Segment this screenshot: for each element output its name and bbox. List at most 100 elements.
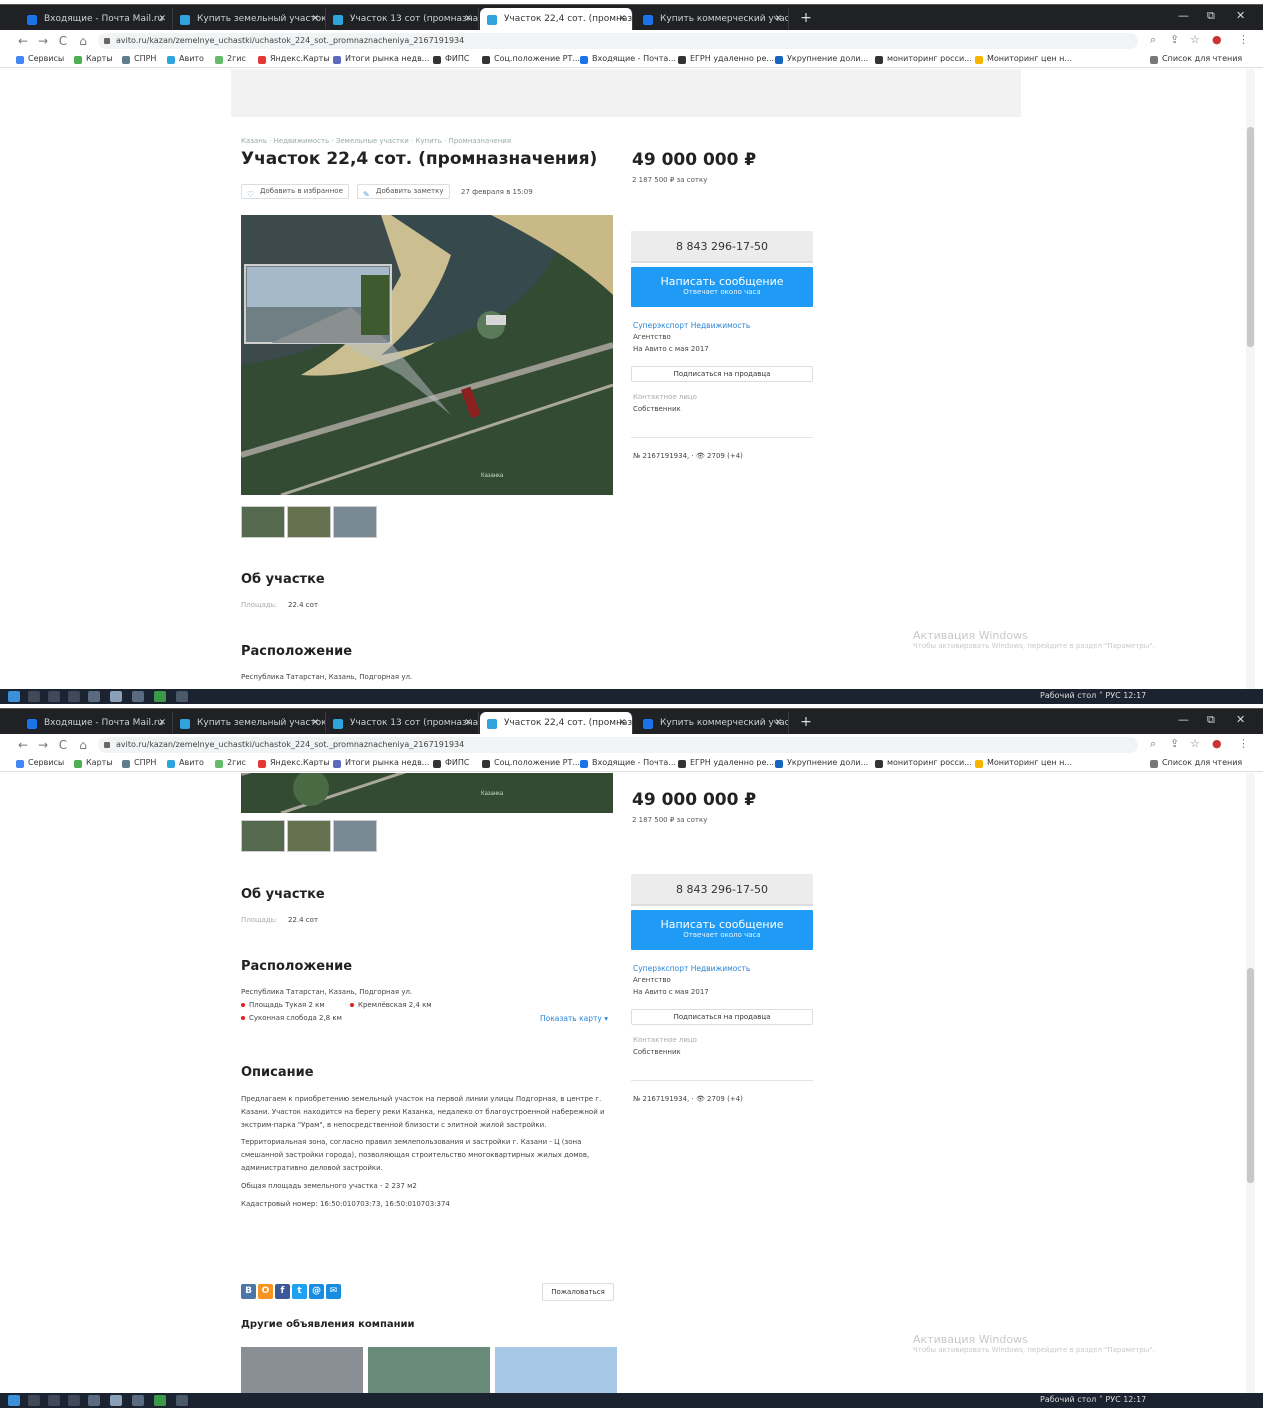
thumbnail-3[interactable]	[333, 820, 377, 852]
add-favorite-button[interactable]: ♡ Добавить в избранное	[241, 184, 349, 199]
close-icon[interactable]: ✕	[618, 8, 626, 31]
bookmark[interactable]: ФИПС	[433, 758, 469, 768]
tab-avito-search[interactable]: Купить земельный участок Пр...✕	[173, 8, 326, 31]
bookmark[interactable]: Итоги рынка недв...	[333, 54, 429, 64]
complain-button[interactable]: Пожаловаться	[542, 1283, 614, 1301]
bookmark[interactable]: Соц.положение РТ...	[482, 54, 580, 64]
breadcrumb[interactable]: Казань · Недвижимость · Земельные участк…	[241, 137, 511, 145]
bookmark[interactable]: Входящие - Почта...	[580, 54, 676, 64]
bookmark[interactable]: ЕГРН удаленно ре...	[678, 758, 774, 768]
reading-list[interactable]: Список для чтения	[1150, 758, 1242, 768]
tab-avito-22sot[interactable]: Участок 22,4 сот. (промназнач...✕	[480, 712, 633, 735]
app-icon[interactable]	[132, 1395, 144, 1406]
explorer-icon[interactable]	[68, 1395, 80, 1406]
app-icon[interactable]	[132, 691, 144, 702]
phone-button[interactable]: 8 843 296-17-50	[631, 231, 813, 263]
twitter-icon[interactable]: t	[292, 1284, 307, 1299]
thumbnail-2[interactable]	[287, 820, 331, 852]
close-icon[interactable]: ✕	[311, 8, 319, 31]
new-tab-button[interactable]: +	[798, 8, 814, 28]
bookmark[interactable]: Укрупнение доли...	[775, 54, 868, 64]
search-icon[interactable]: ⌕	[1150, 737, 1156, 751]
tab-commercial[interactable]: Купить коммерческий участок ...✕	[636, 712, 789, 735]
bookmark[interactable]: Итоги рынка недв...	[333, 758, 429, 768]
tab-mail[interactable]: Входящие - Почта Mail.ru ✕	[20, 8, 173, 31]
other-ad-image[interactable]	[368, 1347, 490, 1393]
profile-icon[interactable]: ●	[1212, 737, 1222, 750]
bookmark[interactable]: Мониторинг цен н...	[975, 758, 1072, 768]
minimize-button[interactable]: —	[1178, 9, 1189, 22]
url-input[interactable]: avito.ru/kazan/zemelnye_uchastki/uchasto…	[98, 33, 1138, 49]
bookmark[interactable]: ФИПС	[433, 54, 469, 64]
back-icon[interactable]: ←	[16, 34, 30, 48]
bookmark[interactable]: Укрупнение доли...	[775, 758, 868, 768]
bookmark[interactable]: Авито	[167, 758, 204, 768]
close-icon[interactable]: ✕	[618, 712, 626, 735]
tab-avito-13sot[interactable]: Участок 13 сот (промназнач... ✕	[326, 8, 479, 31]
system-tray[interactable]: Рабочий стол ˄ РУС 12:17	[1040, 1395, 1146, 1404]
bookmark[interactable]: СПРН	[122, 758, 156, 768]
close-icon[interactable]: ✕	[311, 712, 319, 735]
seller-link[interactable]: Суперэкспорт Недвижимость	[633, 964, 750, 973]
scrollbar-thumb[interactable]	[1247, 127, 1254, 347]
thumbnail-1[interactable]	[241, 820, 285, 852]
close-icon[interactable]: ✕	[158, 712, 166, 735]
tab-commercial[interactable]: Купить коммерческий участок ...✕	[636, 8, 789, 31]
odnoklassniki-icon[interactable]: О	[258, 1284, 273, 1299]
bookmark[interactable]: Сервисы	[16, 758, 64, 768]
main-photo[interactable]: Казанка	[241, 215, 613, 495]
thumbnail-3[interactable]	[333, 506, 377, 538]
search-icon[interactable]: ⌕	[1150, 33, 1156, 47]
start-icon[interactable]	[8, 691, 20, 702]
search-icon[interactable]	[28, 691, 40, 702]
chrome-icon[interactable]	[176, 691, 188, 702]
bookmark[interactable]: Сервисы	[16, 54, 64, 64]
vk-icon[interactable]: В	[241, 1284, 256, 1299]
star-icon[interactable]: ☆	[1190, 737, 1200, 750]
bookmark[interactable]: СПРН	[122, 54, 156, 64]
bookmark[interactable]: Авито	[167, 54, 204, 64]
app-icon[interactable]	[110, 691, 122, 702]
reading-list[interactable]: Список для чтения	[1150, 54, 1242, 64]
close-icon[interactable]: ✕	[774, 712, 782, 735]
tab-avito-13sot[interactable]: Участок 13 сот (промназнач... ✕	[326, 712, 479, 735]
menu-icon[interactable]: ⋮	[1238, 33, 1249, 46]
system-tray[interactable]: Рабочий стол ˄ РУС 12:17	[1040, 691, 1146, 700]
app-icon[interactable]	[154, 691, 166, 702]
maximize-button[interactable]: ⧉	[1207, 9, 1215, 23]
task-view-icon[interactable]	[48, 1395, 60, 1406]
thumbnail-1[interactable]	[241, 506, 285, 538]
show-map-link[interactable]: Показать карту ▾	[540, 1014, 608, 1023]
bookmark[interactable]: Соц.положение РТ...	[482, 758, 580, 768]
other-ad-image[interactable]	[495, 1347, 617, 1393]
start-icon[interactable]	[8, 1395, 20, 1406]
close-icon[interactable]: ✕	[464, 712, 472, 735]
forward-icon[interactable]: →	[36, 34, 50, 48]
app-icon[interactable]	[110, 1395, 122, 1406]
reload-icon[interactable]: C	[56, 34, 70, 48]
facebook-icon[interactable]: f	[275, 1284, 290, 1299]
close-window-button[interactable]: ✕	[1236, 9, 1245, 22]
bookmark[interactable]: 2гис	[215, 54, 246, 64]
tab-mail[interactable]: Входящие - Почта Mail.ru ✕	[20, 712, 173, 735]
app-icon[interactable]	[88, 1395, 100, 1406]
close-window-button[interactable]: ✕	[1236, 713, 1245, 726]
profile-icon[interactable]: ●	[1212, 33, 1222, 46]
home-icon[interactable]: ⌂	[76, 738, 90, 752]
scrollbar[interactable]	[1246, 69, 1255, 689]
mailru-icon[interactable]: @	[309, 1284, 324, 1299]
star-icon[interactable]: ☆	[1190, 33, 1200, 46]
bookmark[interactable]: 2гис	[215, 758, 246, 768]
home-icon[interactable]: ⌂	[76, 34, 90, 48]
task-view-icon[interactable]	[48, 691, 60, 702]
close-icon[interactable]: ✕	[158, 8, 166, 31]
url-input[interactable]: avito.ru/kazan/zemelnye_uchastki/uchasto…	[98, 737, 1138, 753]
chrome-icon[interactable]	[176, 1395, 188, 1406]
scrollbar-thumb[interactable]	[1247, 968, 1254, 1183]
bookmark[interactable]: Яндекс.Карты	[258, 54, 330, 64]
bookmark[interactable]: Карты	[74, 54, 113, 64]
write-message-button[interactable]: Написать сообщение Отвечает около часа	[631, 910, 813, 950]
seller-link[interactable]: Суперэкспорт Недвижимость	[633, 321, 750, 330]
write-message-button[interactable]: Написать сообщение Отвечает около часа	[631, 267, 813, 307]
scrollbar[interactable]	[1246, 773, 1255, 1393]
